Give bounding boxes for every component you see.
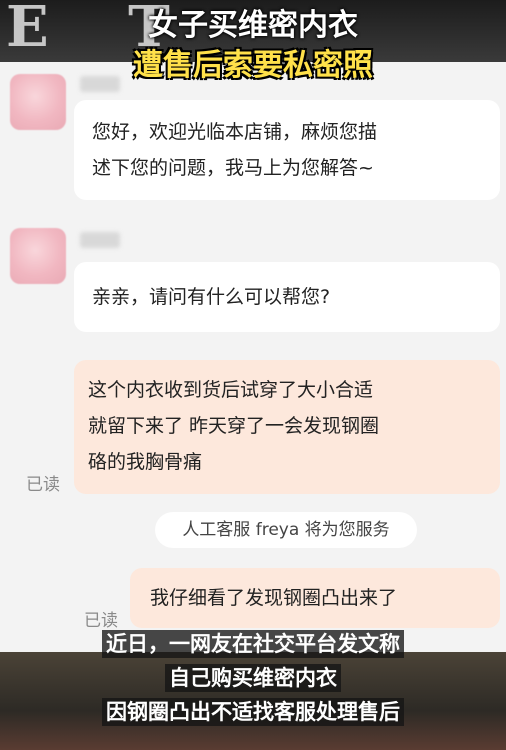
message-text-line: 就留下来了 昨天穿了一会发现钢圈: [88, 415, 380, 437]
chat-bubble-incoming[interactable]: 您好，欢迎光临本店铺，麻烦您描 述下您的问题，我马上为您解答~: [74, 100, 500, 200]
video-title-line2: 遭售后索要私密照: [133, 48, 373, 83]
chat-bubble-incoming[interactable]: 亲亲，请问有什么可以帮您?: [74, 262, 500, 332]
message-text-line: 您好，欢迎光临本店铺，麻烦您描: [92, 121, 378, 143]
message-text: 我仔细看了发现钢圈凸出来了: [150, 587, 398, 609]
message-text-line: 述下您的问题，我马上为您解答~: [92, 157, 374, 179]
sender-name-blurred: [80, 232, 120, 248]
shop-avatar[interactable]: [10, 228, 66, 284]
subtitle-line1: 近日，一网友在社交平台发文称: [0, 628, 506, 658]
message-text: 亲亲，请问有什么可以帮您?: [92, 286, 331, 308]
chat-bubble-outgoing[interactable]: 我仔细看了发现钢圈凸出来了: [130, 568, 500, 628]
subtitle-line3: 因钢圈凸出不适找客服处理售后: [0, 696, 506, 726]
message-text-line: 这个内衣收到货后试穿了大小合适: [88, 379, 374, 401]
read-status: 已读: [26, 475, 60, 495]
message-text-line: 硌的我胸骨痛: [88, 451, 203, 473]
system-notice: 人工客服 freya 将为您服务: [155, 512, 417, 548]
subtitle-line2: 自己购买维密内衣: [0, 662, 506, 692]
chat-bubble-outgoing[interactable]: 这个内衣收到货后试穿了大小合适 就留下来了 昨天穿了一会发现钢圈 硌的我胸骨痛: [74, 360, 500, 494]
video-title-line1: 女子买维密内衣: [148, 8, 358, 43]
